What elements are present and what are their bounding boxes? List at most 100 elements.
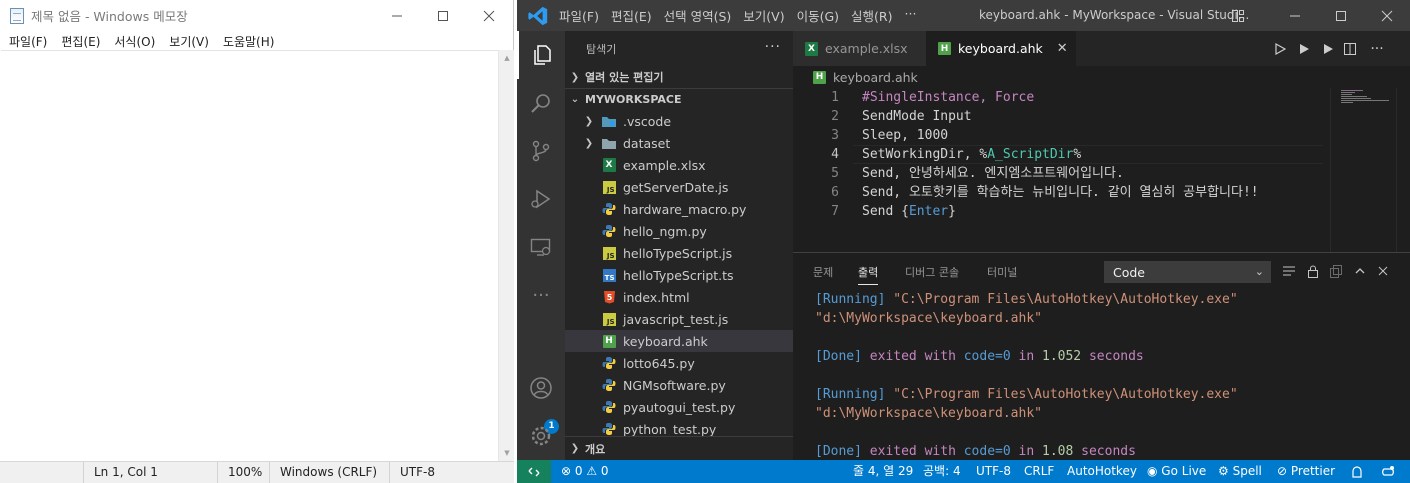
menu-go[interactable]: 이동(G) xyxy=(797,6,839,25)
code-line[interactable]: Send, 오토핫키를 학습하는 뉴비입니다. 같이 열심히 공부합니다!! xyxy=(862,183,1259,202)
tree-item-label: dataset xyxy=(623,135,671,151)
remote-explorer-activity[interactable] xyxy=(517,223,565,271)
scroll-up-icon[interactable]: ▲ xyxy=(499,50,515,66)
menu-run[interactable]: 실행(R) xyxy=(851,6,892,25)
minimize-icon xyxy=(392,15,402,16)
explorer-more-icon[interactable]: ··· xyxy=(765,39,781,55)
menu-edit[interactable]: 편집(E) xyxy=(61,33,100,50)
close-button[interactable] xyxy=(1364,0,1410,31)
maximize-button[interactable] xyxy=(1318,0,1364,31)
explorer-activity[interactable] xyxy=(517,31,565,79)
layout-button[interactable] xyxy=(1223,0,1253,31)
vscode-window: 파일(F) 편집(E) 선택 영역(S) 보기(V) 이동(G) 실행(R) ·… xyxy=(517,0,1410,483)
more-activity-icon[interactable]: ··· xyxy=(517,271,565,319)
clear-output-icon[interactable] xyxy=(1281,263,1297,279)
code-line[interactable]: Send, 안녕하세요. 엔지엠소프트웨어입니다. xyxy=(862,164,1124,183)
spell-status[interactable]: ⚙ Spell xyxy=(1218,460,1262,483)
tree-item[interactable]: ❯ .vscode xyxy=(565,110,793,132)
code-line[interactable]: Send {Enter} xyxy=(862,202,956,221)
maximize-panel-icon[interactable] xyxy=(1352,263,1368,279)
tree-item[interactable]: NGMsoftware.py xyxy=(565,374,793,396)
notepad-vertical-scrollbar[interactable]: ▲ ▼ xyxy=(498,50,514,461)
scroll-down-icon[interactable]: ▼ xyxy=(499,445,515,461)
menu-view[interactable]: 보기(V) xyxy=(169,33,209,50)
tab-example-xlsx[interactable]: X example.xlsx xyxy=(793,31,926,66)
tree-item-label: .vscode xyxy=(623,113,672,129)
tab-debug-console[interactable]: 디버그 콘솔 xyxy=(905,264,959,280)
eol-status[interactable]: CRLF xyxy=(1024,460,1054,483)
tree-item[interactable]: JS helloTypeScript.js xyxy=(565,242,793,264)
tree-item[interactable]: lotto645.py xyxy=(565,352,793,374)
problems-status[interactable]: ⊗ 0 ⚠ 0 xyxy=(561,460,609,483)
code-line[interactable]: Sleep, 1000 xyxy=(862,126,948,145)
feedback-icon[interactable] xyxy=(1350,460,1364,483)
editor-more-icon[interactable]: ··· xyxy=(1369,39,1385,59)
minimap[interactable] xyxy=(1330,88,1396,252)
search-activity[interactable] xyxy=(517,79,565,127)
menu-view[interactable]: 보기(V) xyxy=(743,6,784,25)
code-line[interactable]: #SingleInstance, Force xyxy=(862,88,1034,107)
source-control-activity[interactable] xyxy=(517,127,565,175)
accounts-activity[interactable] xyxy=(517,364,565,412)
minimize-button[interactable] xyxy=(374,0,420,31)
tab-keyboard-ahk[interactable]: H keyboard.ahk ✕ xyxy=(926,31,1076,66)
chevron-right-icon: ❯ xyxy=(584,115,594,127)
maximize-icon xyxy=(1336,10,1346,21)
code-line[interactable]: SetWorkingDir, %A_ScriptDir% xyxy=(862,145,1081,164)
output-channel-select[interactable]: Code ⌄ xyxy=(1104,261,1271,283)
breadcrumb-file[interactable]: keyboard.ahk xyxy=(833,70,918,85)
notepad-text-area[interactable] xyxy=(1,50,498,461)
close-button[interactable] xyxy=(466,0,512,31)
menu-help[interactable]: 도움말(H) xyxy=(223,33,275,50)
tree-item[interactable]: JS getServerDate.js xyxy=(565,176,793,198)
indentation-status[interactable]: 공백: 4 xyxy=(923,460,961,483)
tab-problems[interactable]: 문제 xyxy=(813,264,833,280)
manage-activity[interactable] xyxy=(517,412,565,460)
code-line[interactable]: SendMode Input xyxy=(862,107,972,126)
encoding-status[interactable]: UTF-8 xyxy=(976,460,1011,483)
tab-terminal[interactable]: 터미널 xyxy=(987,264,1017,280)
outline-section[interactable]: ❯ 개요 xyxy=(565,436,793,460)
maximize-button[interactable] xyxy=(420,0,466,31)
tree-item[interactable]: Hkeyboard.ahk xyxy=(565,330,793,352)
copy-icon[interactable] xyxy=(1328,263,1344,279)
language-status[interactable]: AutoHotkey xyxy=(1067,460,1137,483)
tree-item[interactable]: 5 index.html xyxy=(565,286,793,308)
workspace-section[interactable]: ⌄ MYWORKSPACE xyxy=(565,88,793,110)
lock-icon[interactable] xyxy=(1305,263,1321,279)
editor-scrollbar[interactable] xyxy=(1396,88,1410,252)
code-editor[interactable]: 1 #SingleInstance, Force 2 SendMode Input 3 S… xyxy=(793,88,1410,252)
tree-item[interactable]: Xexample.xlsx xyxy=(565,154,793,176)
chevron-down-icon: ⌄ xyxy=(570,94,580,105)
run-file-icon[interactable] xyxy=(1272,39,1288,59)
notifications-icon[interactable] xyxy=(1381,460,1395,483)
tree-item-label: helloTypeScript.js xyxy=(623,245,733,261)
tree-item[interactable]: hello_ngm.py xyxy=(565,220,793,242)
prettier-status[interactable]: ⊘ Prettier xyxy=(1277,460,1335,483)
minimize-button[interactable] xyxy=(1272,0,1318,31)
run-icon[interactable] xyxy=(1296,39,1312,59)
menu-selection[interactable]: 선택 영역(S) xyxy=(664,6,732,25)
go-live-status[interactable]: ◉ Go Live xyxy=(1147,460,1206,483)
tree-item[interactable]: pyautogui_test.py xyxy=(565,396,793,418)
tree-item[interactable]: hardware_macro.py xyxy=(565,198,793,220)
tree-item[interactable]: ❯ dataset xyxy=(565,132,793,154)
remote-button[interactable] xyxy=(517,460,551,483)
run-debug-activity[interactable] xyxy=(517,175,565,223)
close-tab-icon[interactable]: ✕ xyxy=(1057,41,1068,56)
open-editors-section[interactable]: ❯ 열려 있는 편집기 xyxy=(565,66,793,88)
split-editor-icon[interactable] xyxy=(1342,39,1358,59)
tab-output[interactable]: 출력 xyxy=(858,264,879,285)
run-code-icon[interactable] xyxy=(1320,39,1336,59)
menu-file[interactable]: 파일(F) xyxy=(559,6,599,25)
tree-item-label: getServerDate.js xyxy=(623,179,729,195)
tree-item[interactable]: JS javascript_test.js xyxy=(565,308,793,330)
menu-file[interactable]: 파일(F) xyxy=(9,33,47,50)
code-token: % xyxy=(1073,147,1082,162)
menu-edit[interactable]: 편집(E) xyxy=(611,6,652,25)
menu-format[interactable]: 서식(O) xyxy=(114,33,155,50)
menu-more[interactable]: ··· xyxy=(905,6,917,25)
cursor-position-status[interactable]: 줄 4, 열 29 xyxy=(853,460,913,483)
close-panel-icon[interactable] xyxy=(1375,263,1391,279)
tree-item[interactable]: TS helloTypeScript.ts xyxy=(565,264,793,286)
